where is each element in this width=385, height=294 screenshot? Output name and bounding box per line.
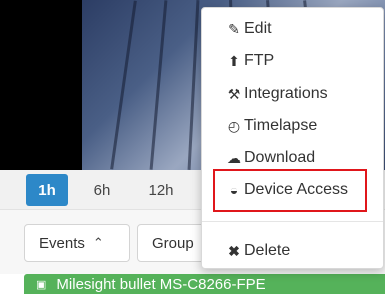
range-6h-button[interactable]: 6h	[82, 174, 122, 206]
menu-item-edit[interactable]: ✎ Edit	[226, 16, 272, 42]
camera-name-bar[interactable]: ▣ Milesight bullet MS-C8266-FPE	[24, 274, 385, 294]
menu-item-label: FTP	[244, 52, 275, 69]
menu-item-download[interactable]: ☁ Download	[226, 145, 315, 171]
menu-item-ftp[interactable]: ⬆ FTP	[226, 48, 274, 74]
highlight-box	[213, 169, 367, 212]
events-dropdown[interactable]: Events ⌃	[24, 224, 130, 262]
menu-item-label: Integrations	[244, 85, 328, 102]
menu-divider	[202, 221, 383, 222]
group-dropdown-label: Group	[152, 234, 194, 252]
menu-item-timelapse[interactable]: ◴ Timelapse	[226, 113, 317, 139]
wrench-icon: ⚒	[227, 85, 241, 102]
menu-item-label: Delete	[244, 242, 291, 259]
pencil-icon: ✎	[228, 20, 240, 37]
menu-item-delete[interactable]: ✖ Delete	[226, 238, 290, 264]
events-dropdown-label: Events	[39, 234, 85, 252]
cloud-download-icon: ☁	[227, 149, 241, 166]
range-12h-button[interactable]: 12h	[140, 174, 182, 206]
camera-name: Milesight bullet MS-C8266-FPE	[56, 275, 266, 293]
menu-item-label: Timelapse	[244, 117, 318, 134]
timelapse-icon: ◴	[227, 117, 241, 134]
menu-item-label: Download	[244, 149, 316, 166]
menu-item-integrations[interactable]: ⚒ Integrations	[226, 81, 328, 107]
range-1h-button[interactable]: 1h	[26, 174, 68, 206]
camera-icon: ▣	[36, 278, 47, 291]
menu-item-label: Edit	[244, 20, 272, 37]
close-icon: ✖	[228, 242, 240, 259]
camera-options-menu: ✎ Edit ⬆ FTP ⚒ Integrations ◴ Timelapse …	[201, 7, 384, 269]
upload-icon: ⬆	[228, 52, 240, 69]
chevron-up-icon: ⌃	[92, 235, 104, 250]
